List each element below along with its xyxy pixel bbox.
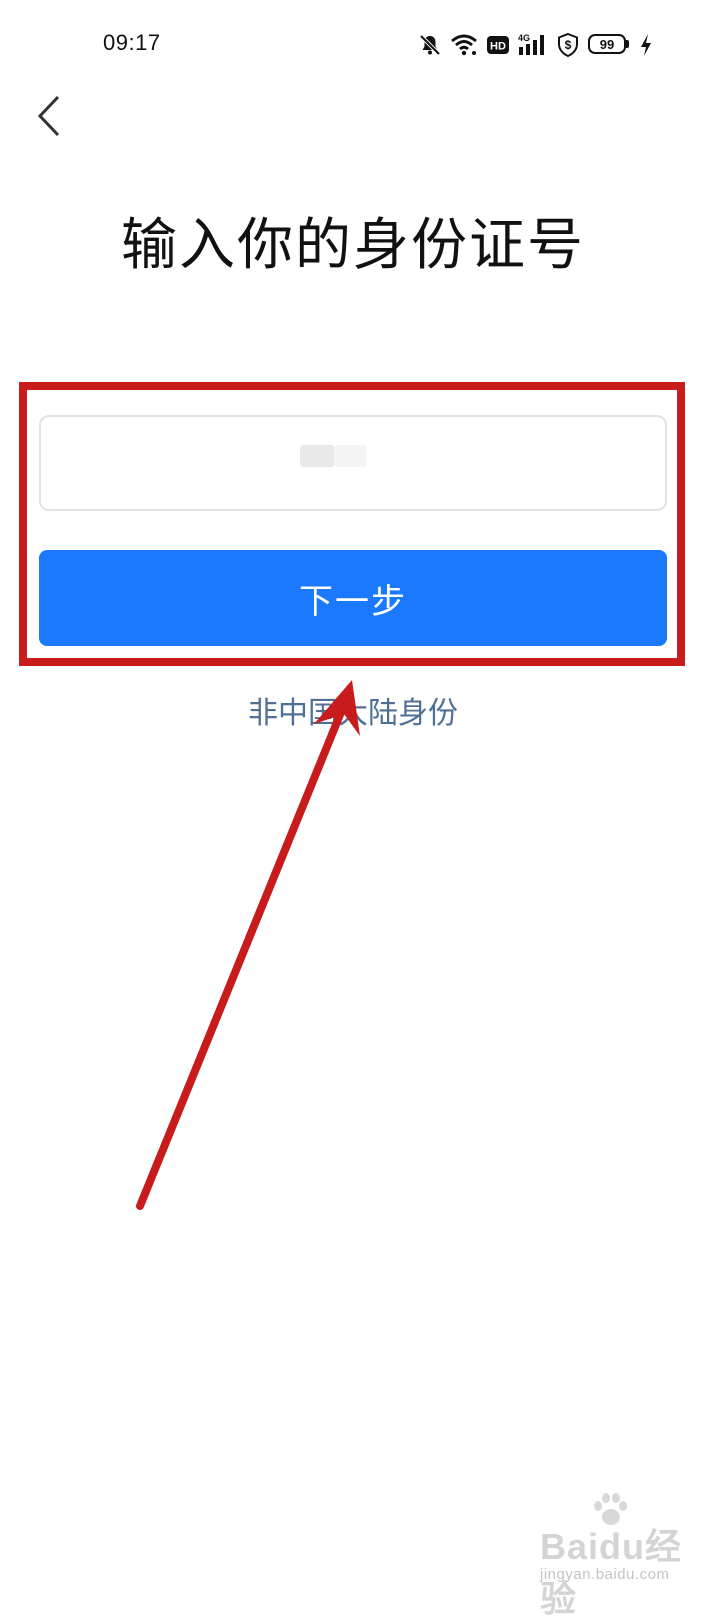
wifi-icon	[450, 33, 478, 57]
chevron-left-icon	[34, 94, 64, 142]
non-mainland-identity-link[interactable]: 非中国大陆身份	[0, 688, 706, 732]
bell-off-icon	[418, 33, 442, 57]
4g-signal-icon: 4G	[518, 33, 548, 57]
back-button[interactable]	[24, 90, 74, 146]
watermark: Baidu经验 jingyan.baidu.com	[538, 1492, 708, 1619]
battery-icon: 99	[588, 34, 632, 56]
watermark-sub-text: jingyan.baidu.com	[540, 1566, 670, 1583]
status-bar: 09:17 HD 4G $ 99	[0, 0, 720, 90]
charging-icon	[640, 33, 652, 57]
page-title: 输入你的身份证号	[121, 213, 585, 278]
network-label: 4G	[518, 33, 530, 43]
annotation-highlight-box	[19, 382, 685, 666]
svg-text:$: $	[565, 38, 572, 52]
battery-level: 99	[599, 36, 615, 52]
hd-label: HD	[490, 41, 506, 53]
shield-dollar-icon: $	[556, 32, 580, 58]
status-time: 09:17	[103, 30, 161, 55]
status-icons: HD 4G $ 99	[418, 30, 652, 60]
hd-icon: HD	[486, 34, 510, 56]
